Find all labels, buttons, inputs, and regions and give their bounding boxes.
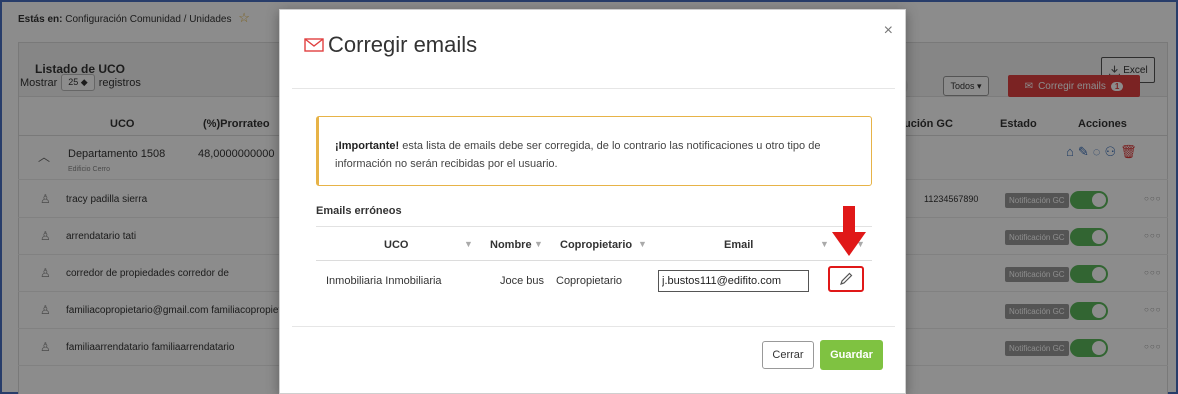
important-alert: ¡Importante! esta lista de emails debe s… (316, 116, 872, 186)
arrow-down-icon (832, 206, 866, 256)
emails-table-header: UCO ▼ Nombre ▼ Copropietario ▼ Email ▼ ▼ (316, 226, 872, 261)
modal-title-text: Corregir emails (328, 32, 478, 57)
close-icon[interactable]: × (884, 22, 893, 40)
divider (292, 326, 895, 327)
sort-icon[interactable]: ▼ (534, 239, 543, 249)
corregir-emails-modal: Corregir emails × ¡Importante! esta list… (279, 9, 906, 394)
row-tipo: Copropietario (556, 275, 623, 287)
envelope-icon (304, 38, 324, 52)
edit-email-button[interactable] (828, 266, 864, 292)
col-nombre[interactable]: Nombre (490, 239, 532, 251)
row-nombre: Joce bus (500, 275, 545, 287)
table-row: Inmobiliaria Inmobiliaria Joce bus Copro… (316, 262, 872, 302)
sort-icon[interactable]: ▼ (820, 239, 829, 249)
cerrar-button[interactable]: Cerrar (762, 341, 814, 369)
divider (292, 88, 895, 89)
modal-title: Corregir emails (304, 32, 477, 58)
pencil-icon (840, 272, 853, 285)
col-email[interactable]: Email (724, 239, 753, 251)
col-uco[interactable]: UCO (384, 239, 408, 251)
col-copropietario[interactable]: Copropietario (560, 239, 632, 251)
alert-text: esta lista de emails debe ser corregida,… (335, 140, 821, 170)
alert-strong: ¡Importante! (335, 140, 400, 152)
section-title: Emails erróneos (316, 205, 402, 217)
sort-icon[interactable]: ▼ (638, 239, 647, 249)
sort-icon[interactable]: ▼ (464, 239, 473, 249)
row-uco: Inmobiliaria Inmobiliaria (326, 275, 442, 287)
email-field[interactable] (658, 270, 809, 292)
guardar-button[interactable]: Guardar (820, 340, 883, 370)
